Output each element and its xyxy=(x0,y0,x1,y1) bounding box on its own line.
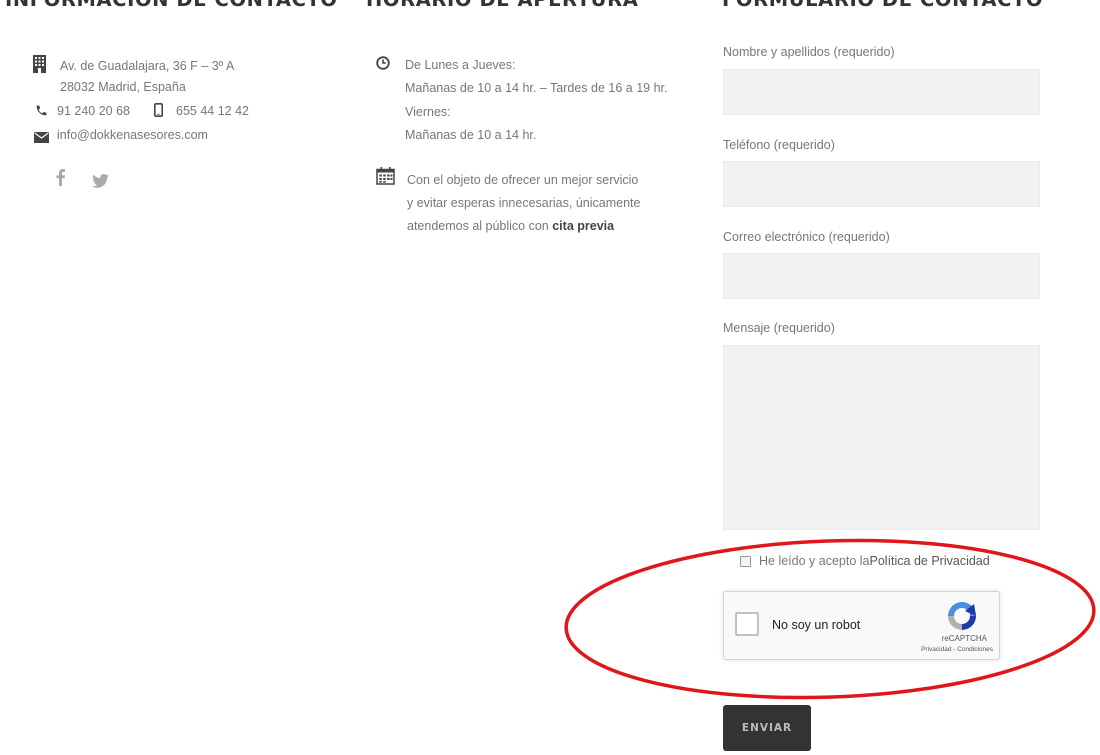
phone-input[interactable] xyxy=(723,161,1040,207)
mobile-number[interactable]: 655 44 12 42 xyxy=(176,103,249,119)
contact-info-heading: INFORMACIÓN DE CONTACTO xyxy=(5,0,338,11)
address-line-1: Av. de Guadalajara, 36 F – 3º A xyxy=(60,59,235,73)
appointment-required-text: cita previa xyxy=(552,219,615,233)
facebook-icon[interactable] xyxy=(56,169,65,191)
email-field-label: Correo electrónico (requerido) xyxy=(723,230,890,244)
phone-field-label: Teléfono (requerido) xyxy=(723,138,835,152)
name-field-label: Nombre y apellidos (requerido) xyxy=(723,45,895,59)
email-link[interactable]: info@dokkenasesores.com xyxy=(57,127,208,143)
phone-icon xyxy=(35,104,48,122)
calendar-icon xyxy=(376,167,395,190)
appointment-note-3: atendemos al público con cita previa xyxy=(407,218,614,234)
hours-weekdays-label: De Lunes a Jueves: xyxy=(405,58,516,72)
hours-friday-times: Mañanas de 10 a 14 hr. xyxy=(405,128,537,142)
appointment-note-3-text: atendemos al público con xyxy=(407,219,553,233)
envelope-icon xyxy=(34,130,49,148)
contact-form-heading: FORMULARIO DE CONTACTO xyxy=(722,0,1043,11)
submit-button[interactable]: ENVIAR xyxy=(723,705,811,751)
message-field-label: Mensaje (requerido) xyxy=(723,321,835,335)
name-input[interactable] xyxy=(723,69,1040,115)
hours-weekdays-times: Mañanas de 10 a 14 hr. – Tardes de 16 a … xyxy=(405,81,668,95)
email-input[interactable] xyxy=(723,253,1040,299)
clock-icon xyxy=(376,56,390,75)
appointment-note-2: y evitar esperas innecesarias, únicament… xyxy=(407,196,641,210)
appointment-note-1: Con el objeto de ofrecer un mejor servic… xyxy=(407,173,639,187)
phone-number[interactable]: 91 240 20 68 xyxy=(57,103,130,119)
contact-page: INFORMACIÓN DE CONTACTO HORARIO DE APERT… xyxy=(0,0,1100,755)
address-line-2: 28032 Madrid, España xyxy=(60,80,186,94)
twitter-icon[interactable] xyxy=(92,172,109,193)
message-textarea[interactable] xyxy=(723,345,1040,530)
highlight-ellipse xyxy=(564,538,1096,700)
opening-hours-heading: HORARIO DE APERTURA xyxy=(366,0,638,11)
mobile-icon xyxy=(154,103,164,122)
building-icon xyxy=(33,55,46,78)
hours-friday-label: Viernes: xyxy=(405,105,451,119)
